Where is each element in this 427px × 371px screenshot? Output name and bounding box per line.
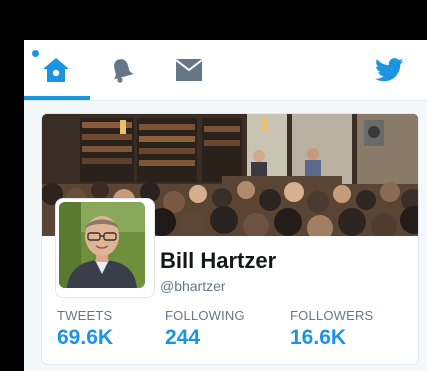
profile-name[interactable]: Bill Hartzer [160, 248, 276, 274]
home-icon[interactable] [41, 56, 71, 84]
twitter-bird-icon[interactable] [375, 58, 404, 82]
envelope-icon[interactable] [174, 58, 204, 82]
stat-tweets-label: TWEETS [57, 308, 113, 323]
profile-card[interactable]: Bill Hartzer @bhartzer TWEETS 69.6K FOLL… [41, 113, 419, 365]
top-nav [24, 40, 427, 101]
stat-followers-value: 16.6K [290, 326, 347, 349]
stat-tweets[interactable]: TWEETS 69.6K [57, 308, 113, 350]
profile-handle[interactable]: @bhartzer [160, 278, 226, 294]
avatar[interactable] [55, 198, 155, 298]
stat-following-value: 244 [165, 326, 201, 349]
stat-followers[interactable]: FOLLOWERS 16.6K [290, 308, 373, 350]
twitter-widget: Bill Hartzer @bhartzer TWEETS 69.6K FOLL… [24, 40, 427, 371]
active-tab-indicator [24, 96, 90, 100]
avatar-photo [59, 202, 145, 288]
stat-followers-label: FOLLOWERS [290, 308, 374, 323]
stat-following[interactable]: FOLLOWING 244 [165, 308, 245, 350]
stat-tweets-value: 69.6K [57, 326, 114, 349]
stat-following-label: FOLLOWING [165, 308, 245, 323]
bell-icon[interactable] [109, 56, 135, 84]
notification-dot [32, 50, 39, 57]
